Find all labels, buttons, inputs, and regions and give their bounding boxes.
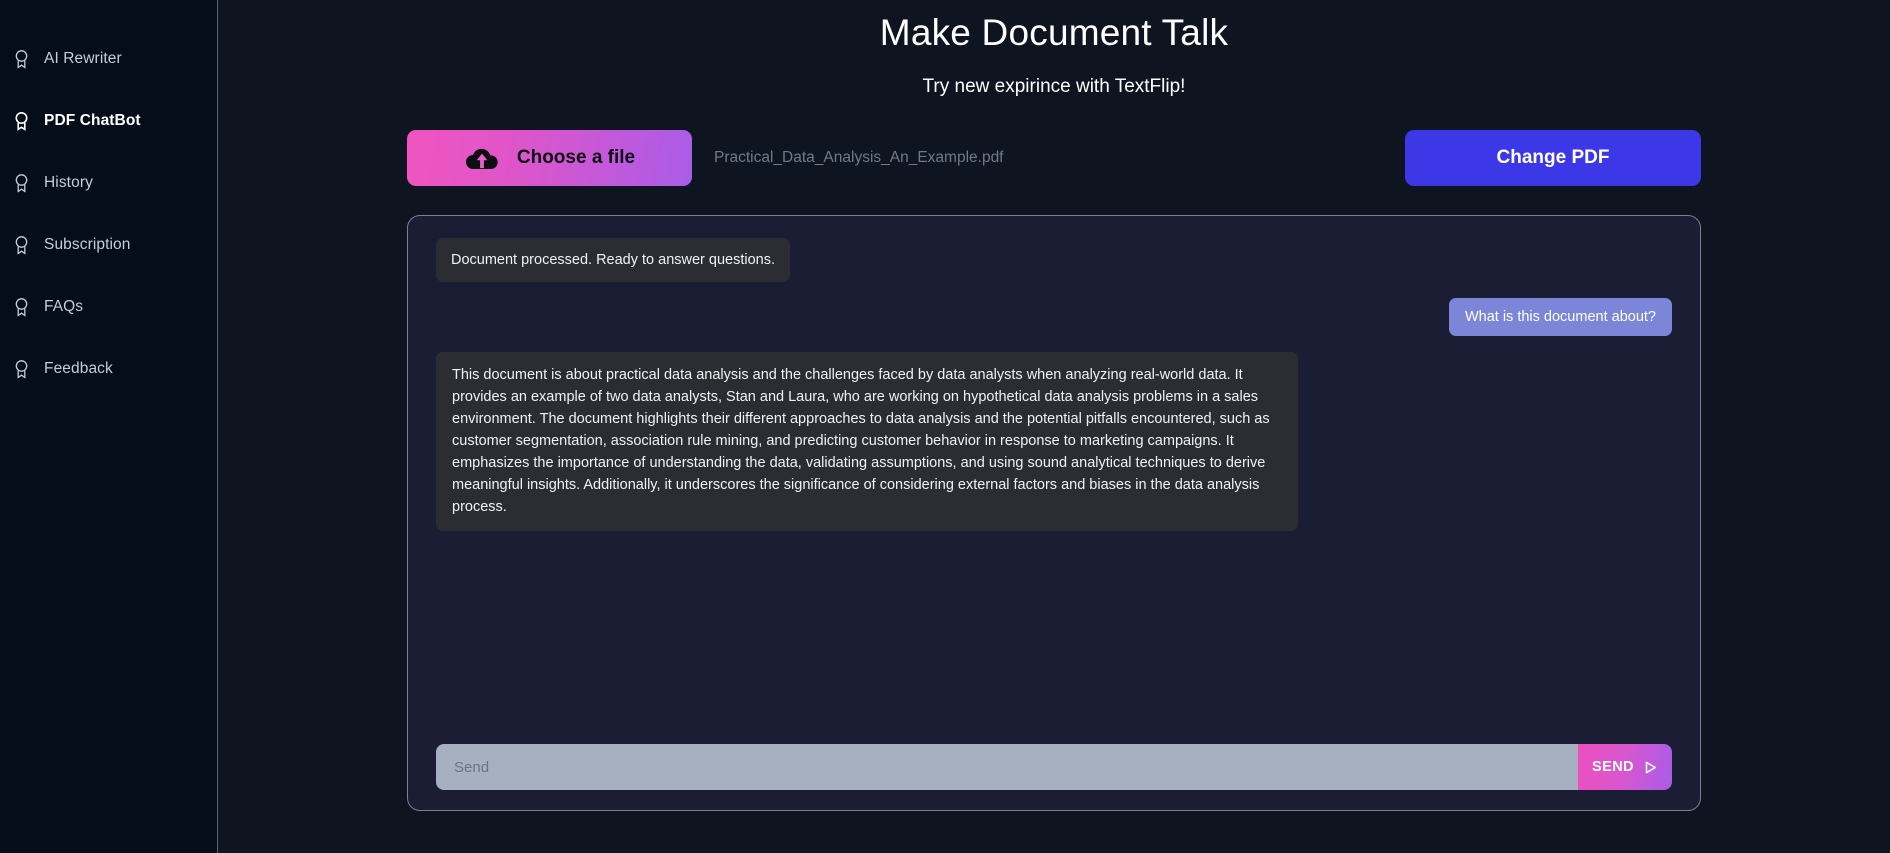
award-badge-icon — [13, 49, 30, 69]
sidebar-item-feedback[interactable]: Feedback — [0, 338, 217, 400]
award-badge-icon — [13, 359, 30, 379]
award-badge-icon — [13, 297, 30, 317]
chat-message-bot: This document is about practical data an… — [436, 352, 1298, 532]
sidebar: AI Rewriter PDF ChatBot History Subscrip… — [0, 0, 218, 853]
sidebar-item-label: History — [44, 174, 93, 191]
upload-row: Choose a file Practical_Data_Analysis_An… — [407, 130, 1701, 186]
sidebar-item-faqs[interactable]: FAQs — [0, 276, 217, 338]
sidebar-item-ai-rewriter[interactable]: AI Rewriter — [0, 28, 217, 90]
chat-input-row: SEND — [436, 744, 1672, 790]
cloud-upload-icon — [464, 144, 500, 172]
selected-file-name: Practical_Data_Analysis_An_Example.pdf — [714, 149, 1004, 166]
chat-message-bot: Document processed. Ready to answer ques… — [436, 238, 791, 283]
sidebar-item-label: Feedback — [44, 360, 113, 377]
sidebar-item-label: PDF ChatBot — [44, 112, 141, 129]
sidebar-item-pdf-chatbot[interactable]: PDF ChatBot — [0, 90, 217, 152]
main-content: Make Document Talk Try new expirince wit… — [218, 0, 1890, 853]
app-root: AI Rewriter PDF ChatBot History Subscrip… — [0, 0, 1890, 853]
award-badge-icon — [13, 235, 30, 255]
page-title: Make Document Talk — [879, 12, 1229, 53]
page-subtitle: Try new expirince with TextFlip! — [922, 76, 1186, 97]
chat-input[interactable] — [436, 744, 1578, 790]
sidebar-item-label: AI Rewriter — [44, 50, 122, 67]
choose-file-button[interactable]: Choose a file — [407, 130, 692, 186]
award-badge-icon — [13, 173, 30, 193]
award-badge-icon — [13, 111, 30, 131]
change-pdf-button[interactable]: Change PDF — [1405, 130, 1701, 186]
sidebar-item-subscription[interactable]: Subscription — [0, 214, 217, 276]
chat-messages: Document processed. Ready to answer ques… — [436, 238, 1672, 732]
send-play-icon — [1643, 760, 1658, 775]
sidebar-item-label: Subscription — [44, 236, 131, 253]
chat-panel: Document processed. Ready to answer ques… — [407, 215, 1701, 811]
send-button[interactable]: SEND — [1578, 744, 1672, 790]
chat-message-user: What is this document about? — [1448, 298, 1672, 337]
choose-file-label: Choose a file — [516, 147, 636, 168]
send-button-label: SEND — [1592, 759, 1634, 775]
sidebar-item-history[interactable]: History — [0, 152, 217, 214]
sidebar-item-label: FAQs — [44, 298, 84, 315]
